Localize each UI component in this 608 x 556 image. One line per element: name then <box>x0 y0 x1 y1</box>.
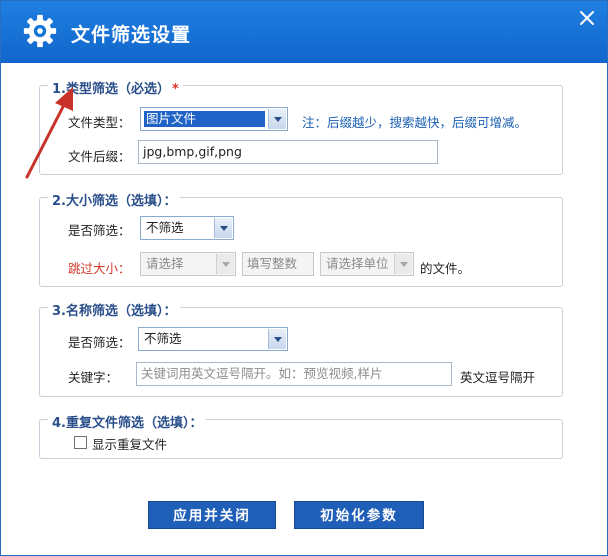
type-filter-group: 1.类型筛选（必选） * 文件类型： 图片文件 注：后缀越少，搜索越快，后缀可增减… <box>39 78 563 175</box>
name-enable-value: 不筛选 <box>144 331 182 346</box>
reset-params-button[interactable]: 初始化参数 <box>294 501 424 529</box>
size-unit-select[interactable]: 请选择单位 <box>320 252 414 276</box>
chevron-down-icon[interactable] <box>394 254 412 274</box>
chevron-down-icon[interactable] <box>268 329 286 349</box>
size-number-input[interactable]: 填写整数 <box>242 252 314 276</box>
file-type-note: 注：后缀越少，搜索越快，后缀可增减。 <box>302 115 528 130</box>
keyword-input[interactable]: 关键词用英文逗号隔开。如：预览视频,样片 <box>136 362 452 386</box>
skip-size-label: 跳过大小： <box>68 261 131 276</box>
name-filter-legend: 3.名称筛选（选填）： <box>48 300 181 319</box>
show-duplicates-label[interactable]: 显示重复文件 <box>92 434 167 453</box>
dup-filter-group: 4.重复文件筛选（选填）： 显示重复文件 <box>39 412 563 459</box>
name-enable-select[interactable]: 不筛选 <box>138 327 288 351</box>
suffix-input[interactable]: jpg,bmp,gif,png <box>138 140 438 164</box>
show-duplicates-checkbox[interactable] <box>74 436 87 449</box>
size-unit-value: 请选择单位 <box>326 256 389 271</box>
name-enable-label: 是否筛选： <box>68 335 131 350</box>
size-enable-label: 是否筛选： <box>68 223 131 238</box>
chevron-down-icon[interactable] <box>216 254 234 274</box>
size-enable-value: 不筛选 <box>146 220 184 235</box>
size-filter-legend: 2.大小筛选（选填）： <box>48 190 181 209</box>
size-suffix-text: 的文件。 <box>420 261 471 276</box>
required-mark: * <box>171 82 179 97</box>
red-arrow-icon <box>25 87 73 179</box>
apply-close-button[interactable]: 应用并关闭 <box>148 501 276 529</box>
file-type-select[interactable]: 图片文件 <box>140 107 288 131</box>
dialog-title: 文件筛选设置 <box>71 24 192 46</box>
dialog-window: 文件筛选设置 1.类型筛选（必选） * 文件类型： 图片文件 注：后缀越少，搜索越… <box>0 0 608 556</box>
chevron-down-icon[interactable] <box>268 109 286 129</box>
close-icon[interactable] <box>579 10 595 26</box>
name-filter-group: 3.名称筛选（选填）： 是否筛选： 不筛选 关键字： 关键词用英文逗号隔开。如：… <box>39 300 563 397</box>
size-filter-group: 2.大小筛选（选填）： 是否筛选： 不筛选 跳过大小： 请选择 填写整数 请选择… <box>39 190 563 287</box>
dup-filter-legend: 4.重复文件筛选（选填）： <box>48 412 207 431</box>
keyword-hint: 英文逗号隔开 <box>460 370 536 385</box>
size-enable-select[interactable]: 不筛选 <box>140 216 234 240</box>
size-compare-value: 请选择 <box>146 256 184 271</box>
title-bar[interactable]: 文件筛选设置 <box>1 1 607 63</box>
keyword-label: 关键字： <box>68 370 119 385</box>
chevron-down-icon[interactable] <box>214 218 232 238</box>
file-type-value: 图片文件 <box>144 111 265 127</box>
gear-icon <box>23 14 57 48</box>
size-compare-select[interactable]: 请选择 <box>140 252 236 276</box>
